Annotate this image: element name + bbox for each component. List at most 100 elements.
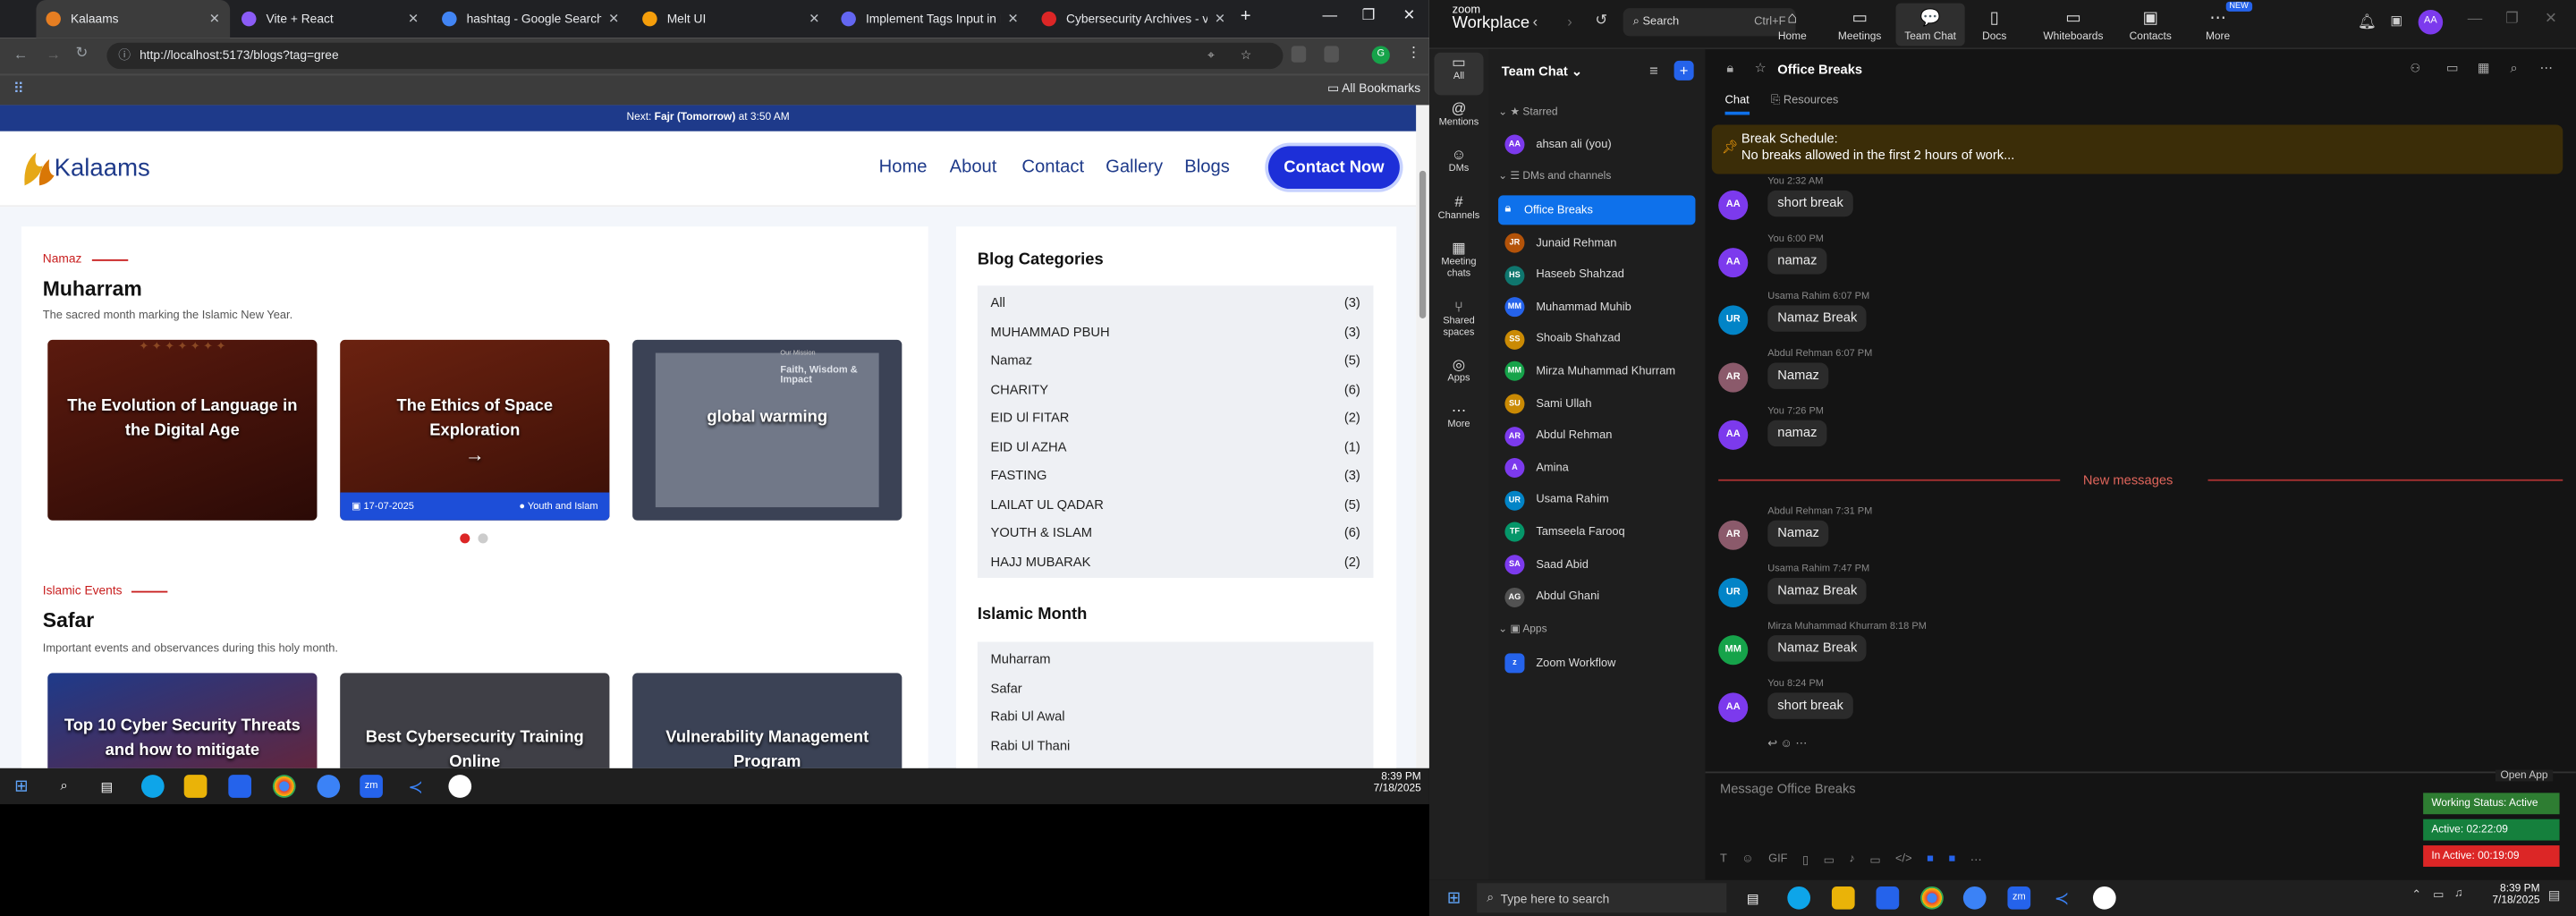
forward-icon[interactable]: →	[46, 46, 61, 62]
screenshot-icon[interactable]: ▭	[1824, 853, 1835, 867]
mic-icon[interactable]: ♪	[1849, 853, 1854, 867]
category-item[interactable]: Namaz (5)	[978, 346, 1374, 375]
tab-contacts[interactable]: ▣ Contacts	[2116, 4, 2185, 47]
profile-avatar[interactable]: G	[1371, 46, 1390, 64]
all-bookmarks[interactable]: ▭ All Bookmarks	[1327, 81, 1420, 96]
browser-tab-vite[interactable]: Vite + React ✕	[232, 0, 428, 38]
file-explorer-icon[interactable]	[183, 775, 208, 798]
tab-docs[interactable]: ▯ Docs	[1960, 4, 2029, 47]
chat-message[interactable]: MM Mirza Muhammad Khurram 8:18 PM Namaz Br…	[1718, 623, 2376, 672]
site-info-icon[interactable]: ⓘ	[118, 43, 131, 69]
extension-icon[interactable]	[1291, 46, 1307, 63]
dm-item[interactable]: SA Saad Abid	[1498, 550, 1695, 580]
more-icon[interactable]: ⋯	[2540, 61, 2554, 76]
contact-now-button[interactable]: Contact Now	[1267, 146, 1400, 190]
month-item[interactable]: Safar	[978, 674, 1374, 702]
format-icon[interactable]: T	[1720, 853, 1727, 867]
chat-message[interactable]: AA You 7:26 PM namaz	[1718, 407, 2376, 456]
vscode-icon[interactable]: ≺	[404, 775, 428, 798]
browser-tab-kalaams[interactable]: Kalaams ✕	[36, 0, 231, 38]
tab-chat[interactable]: Chat	[1724, 95, 1750, 115]
maximize-icon[interactable]: ❐	[1362, 6, 1376, 24]
dm-item[interactable]: SU Sami Ullah	[1498, 389, 1695, 419]
windows-start-icon[interactable]: ⊞	[10, 775, 33, 798]
more-icon[interactable]: ⋯	[1795, 739, 1807, 751]
history-icon[interactable]: ↺	[1595, 12, 1607, 30]
browser-tab-tags[interactable]: Implement Tags Input in Blo✕	[831, 0, 1028, 38]
back-icon[interactable]: ‹	[1533, 13, 1538, 30]
nav-home[interactable]: Home	[879, 157, 928, 177]
nav-contact[interactable]: Contact	[1021, 157, 1084, 177]
app-icon[interactable]: ■	[1927, 853, 1934, 867]
dm-item[interactable]: JR Junaid Rehman	[1498, 228, 1695, 258]
maximize-icon[interactable]: ❐	[2505, 10, 2519, 28]
blog-card[interactable]: Top 10 Cyber Security Threats and how to…	[47, 673, 318, 768]
month-item[interactable]: Rabi Ul Awal	[978, 702, 1374, 731]
store-icon[interactable]	[228, 775, 252, 798]
clock[interactable]: 8:39 PM 7/18/2025	[1347, 771, 1421, 794]
reply-icon[interactable]: ↩	[1767, 739, 1777, 751]
chat-message[interactable]: UR Usama Rahim 7:47 PM Namaz Break	[1718, 564, 2376, 614]
bell-icon[interactable]: 🔔︎	[2358, 13, 2377, 31]
members-icon[interactable]: ⚇	[2410, 63, 2420, 76]
rail-shared-spaces[interactable]: ⑂ Shared spaces	[1429, 300, 1488, 340]
category-item[interactable]: HAJJ MUBARAK (2)	[978, 547, 1374, 576]
file-icon[interactable]: ▯	[1802, 853, 1809, 867]
apps-grid-icon[interactable]: ⠿	[13, 81, 24, 98]
close-icon[interactable]: ✕	[1215, 12, 1225, 27]
task-view-icon[interactable]: ▤	[1741, 886, 1765, 910]
chat-self[interactable]: AA ahsan ali (you)	[1498, 130, 1695, 159]
windows-start-icon[interactable]: ⊞	[1443, 886, 1466, 910]
chat-message[interactable]: AA You 6:00 PM namaz	[1718, 234, 2376, 284]
blog-card[interactable]: Best Cybersecurity Training Online	[340, 673, 610, 768]
nav-gallery[interactable]: Gallery	[1106, 157, 1163, 177]
open-app-button[interactable]: Open App	[2495, 769, 2554, 782]
category-item[interactable]: CHARITY (6)	[978, 375, 1374, 403]
dm-item[interactable]: AR Abdul Rehman	[1498, 421, 1695, 451]
store-icon[interactable]	[1876, 886, 1900, 910]
file-explorer-icon[interactable]	[1831, 886, 1855, 910]
rail-apps[interactable]: ◎ Apps	[1429, 357, 1488, 386]
dm-item[interactable]: MM Mirza Muhammad Khurram	[1498, 357, 1695, 386]
window-close-icon[interactable]: ✕	[1403, 6, 1416, 24]
notification-icon[interactable]: ▤	[2548, 888, 2561, 903]
category-item[interactable]: LAILAT UL QADAR (5)	[978, 490, 1374, 519]
scrollbar-thumb[interactable]	[1419, 170, 1427, 319]
rail-more[interactable]: ⋯ More	[1429, 403, 1488, 431]
close-icon[interactable]: ✕	[209, 12, 220, 27]
gif-icon[interactable]: GIF	[1768, 853, 1787, 867]
rail-meeting-chats[interactable]: ▦ Meeting chats	[1429, 241, 1488, 281]
dm-item[interactable]: UR Usama Rahim	[1498, 486, 1695, 515]
clock[interactable]: 8:39 PM 7/18/2025	[2470, 883, 2539, 906]
chrome-icon[interactable]	[1920, 886, 1944, 910]
month-item[interactable]: Rabi Ul Thani	[978, 732, 1374, 760]
team-chat-title[interactable]: Team Chat ⌄	[1502, 64, 1582, 80]
nav-blogs[interactable]: Blogs	[1184, 157, 1230, 177]
zoom-app-icon[interactable]: zm	[360, 775, 383, 798]
dm-item[interactable]: AG Abdul Ghani	[1498, 582, 1695, 612]
category-item[interactable]: EID Ul AZHA (1)	[978, 433, 1374, 462]
blog-card[interactable]: ✦ ✦ ✦ ✦ ✦ ✦ ✦ The Evolution of Language …	[47, 339, 318, 521]
new-tab-icon[interactable]: +	[1241, 6, 1251, 26]
dm-item[interactable]: SS Shoaib Shahzad	[1498, 325, 1695, 354]
pinned-message[interactable]: 📌︎ Break Schedule: No breaks allowed in …	[1711, 124, 2563, 174]
more-icon[interactable]: ⋯	[1970, 853, 1982, 867]
apps-header[interactable]: ⌄ ▣ Apps	[1498, 623, 1546, 635]
tracker-app-icon[interactable]	[2092, 886, 2116, 910]
apps-icon[interactable]: ▣	[2390, 13, 2402, 29]
task-view-icon[interactable]: ▤	[96, 775, 119, 798]
chat-message[interactable]: AR Abdul Rehman 7:31 PM Namaz	[1718, 507, 2376, 556]
category-item[interactable]: YOUTH & ISLAM (6)	[978, 519, 1374, 547]
channel-title[interactable]: Office Breaks	[1777, 63, 1862, 78]
app-icon[interactable]: ■	[1948, 853, 1955, 867]
minimize-icon[interactable]: —	[2468, 10, 2483, 26]
minimize-icon[interactable]: —	[1323, 6, 1338, 22]
dm-item[interactable]: HS Haseeb Shahzad	[1498, 260, 1695, 290]
blog-card[interactable]: The Ethics of Space Exploration → ▣ 17-0…	[340, 339, 610, 521]
battery-icon[interactable]: ▭	[2433, 888, 2444, 902]
search-icon[interactable]: ⌕	[53, 775, 76, 798]
emoji-icon[interactable]: ☺	[1741, 853, 1753, 867]
rail-all[interactable]: ▭ All	[1429, 55, 1488, 83]
carousel-dot[interactable]	[478, 533, 488, 544]
back-icon[interactable]: ←	[13, 46, 29, 62]
